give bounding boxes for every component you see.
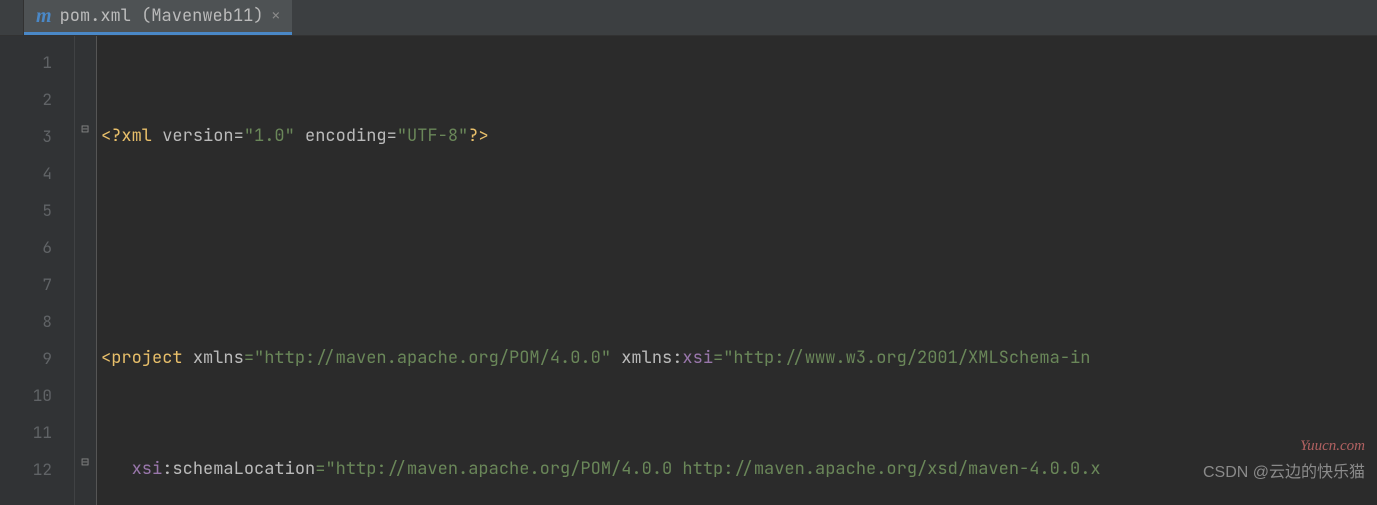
tab-title: pom.xml (Mavenweb11) — [60, 5, 264, 27]
close-icon[interactable]: ✕ — [272, 7, 280, 25]
code-line: <?xml version="1.0" encoding="UTF-8"?> — [97, 118, 1377, 155]
attr: encoding — [305, 125, 387, 147]
line-number: 12 — [0, 451, 74, 488]
line-number: 4 — [0, 155, 74, 192]
line-number: 3 — [0, 118, 74, 155]
bracket: < — [101, 347, 111, 369]
eq: = — [387, 125, 397, 147]
ide-root: m pom.xml (Mavenweb11) ✕ 1 2 3 4 5 6 7 8… — [0, 0, 1377, 505]
eq: = — [244, 347, 254, 369]
sp — [611, 347, 621, 369]
pi-open: <? — [101, 125, 121, 147]
ns: xsi — [132, 458, 163, 480]
line-gutter: 1 2 3 4 5 6 7 8 9 10 11 12 — [0, 36, 75, 505]
code-line: <project xmlns="http://maven.apache.org/… — [97, 340, 1377, 377]
indent — [101, 458, 132, 480]
value: "http://www.w3.org/2001/XMLSchema-in — [723, 347, 1090, 369]
eq: = — [713, 347, 723, 369]
value: "http://maven.apache.org/POM/4.0.0" — [254, 347, 611, 369]
code-line — [97, 229, 1377, 266]
line-number: 11 — [0, 414, 74, 451]
tab-bar: m pom.xml (Mavenweb11) ✕ — [0, 0, 1377, 36]
fold-open-icon[interactable]: ⊟ — [78, 122, 92, 136]
attr: version — [162, 125, 233, 147]
line-number: 7 — [0, 266, 74, 303]
watermark: CSDN @云边的快乐猫 — [1203, 454, 1365, 491]
attr: xmlns: — [621, 347, 682, 369]
tag: project — [111, 347, 193, 369]
editor[interactable]: 1 2 3 4 5 6 7 8 9 10 11 12 ⊟ ⊟ <?xml ver… — [0, 36, 1377, 505]
line-number: 9 — [0, 340, 74, 377]
tool-strip[interactable] — [0, 0, 24, 35]
eq: = — [315, 458, 325, 480]
line-number: 5 — [0, 192, 74, 229]
value: "1.0" — [244, 125, 295, 147]
value: "http://maven.apache.org/POM/4.0.0 http:… — [325, 458, 1100, 480]
fold-column: ⊟ ⊟ — [75, 36, 97, 505]
sp — [295, 125, 305, 147]
attr: schemaLocation — [172, 458, 315, 480]
fold-close-icon[interactable]: ⊟ — [78, 455, 92, 469]
file-tab-pom[interactable]: m pom.xml (Mavenweb11) ✕ — [24, 0, 292, 35]
maven-icon: m — [36, 5, 52, 28]
value: "UTF-8" — [397, 125, 468, 147]
line-number: 6 — [0, 229, 74, 266]
line-number: 8 — [0, 303, 74, 340]
line-number: 2 — [0, 81, 74, 118]
code-line: xsi:schemaLocation="http://maven.apache.… — [97, 451, 1377, 488]
eq: = — [234, 125, 244, 147]
ns: xsi — [682, 347, 713, 369]
line-number: 1 — [0, 44, 74, 81]
pi-close: ?> — [468, 125, 488, 147]
colon: : — [162, 458, 172, 480]
attr: xmlns — [193, 347, 244, 369]
pi-name: xml — [121, 125, 162, 147]
line-number: 10 — [0, 377, 74, 414]
code-area[interactable]: <?xml version="1.0" encoding="UTF-8"?> <… — [97, 36, 1377, 505]
